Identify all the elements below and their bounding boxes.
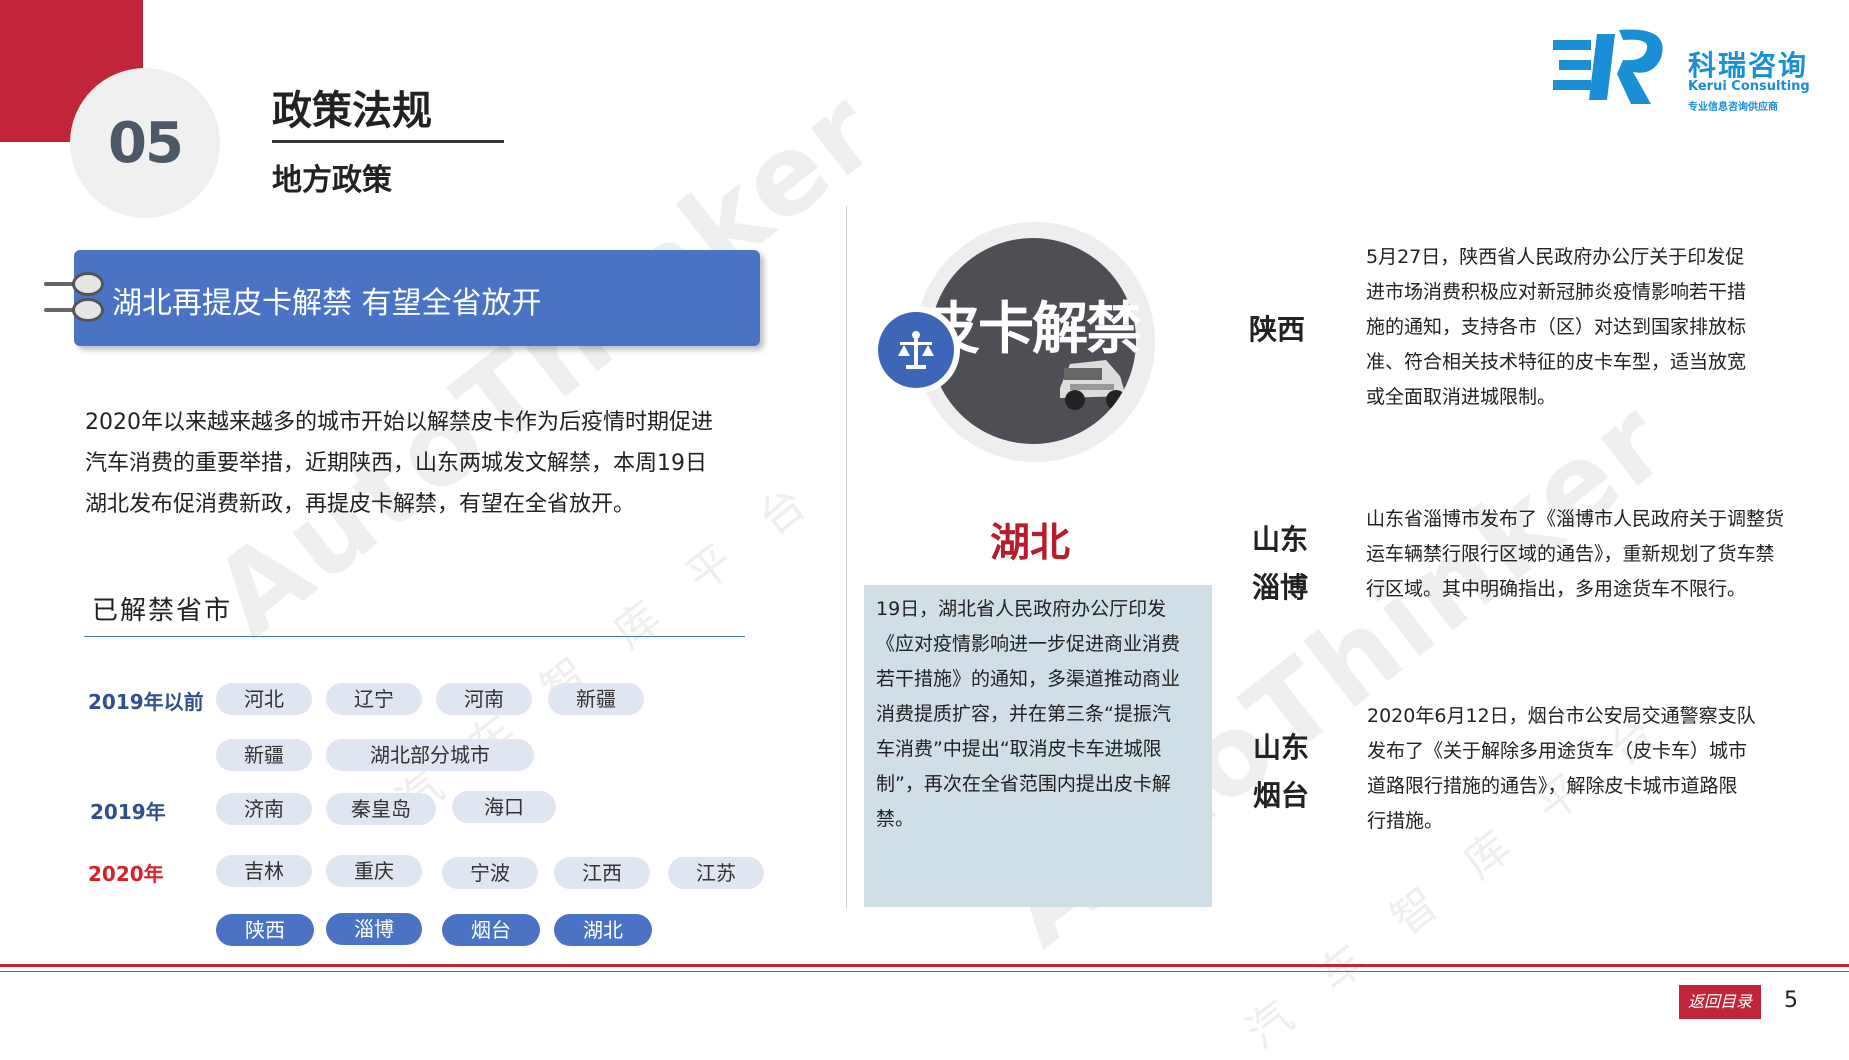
region-line: 运车辆禁行限行区域的通告》，重新规划了货车禁 xyxy=(1366,543,1775,565)
hubei-line: 消费提质扩容，并在第三条“提振汽 xyxy=(876,703,1171,725)
region-label-zibo: 山东 淄博 xyxy=(1240,516,1320,612)
scales-justice-icon xyxy=(898,331,934,369)
hubei-line: 禁。 xyxy=(876,808,915,830)
hubei-description: 19日，湖北省人民政府办公厅印发 《应对疫情影响进一步促进商业消费 若干措施》的… xyxy=(876,592,1206,837)
year-label-2019: 2019年 xyxy=(90,800,166,824)
city-pill-highlight: 陕西 xyxy=(216,914,314,946)
column-divider xyxy=(846,206,847,908)
region-text-yantai: 2020年6月12日，烟台市公安局交通警察支队 发布了《关于解除多用途货车（皮卡… xyxy=(1367,699,1807,839)
region-label-line: 山东 xyxy=(1252,731,1309,764)
headline-text: 湖北再提皮卡解禁 有望全省放开 xyxy=(112,286,542,321)
region-line: 2020年6月12日，烟台市公安局交通警察支队 xyxy=(1367,705,1756,727)
intro-line: 汽车消费的重要举措，近期陕西，山东两城发文解禁，本周19日 xyxy=(85,451,707,476)
logo-name-cn: 科瑞咨询 xyxy=(1688,49,1809,82)
year-label-2020: 2020年 xyxy=(88,862,164,886)
binder-rings-icon xyxy=(44,272,104,332)
region-line: 或全面取消进城限制。 xyxy=(1366,386,1557,408)
hubei-line: 《应对疫情影响进一步促进商业消费 xyxy=(876,633,1181,655)
region-line: 进市场消费积极应对新冠肺炎疫情影响若干措 xyxy=(1366,281,1747,303)
region-line: 道路限行措施的通告》，解除皮卡城市道路限 xyxy=(1367,775,1738,797)
section-number: 05 xyxy=(108,110,184,176)
page-title: 政策法规 xyxy=(272,88,432,134)
city-pill: 河北 xyxy=(216,683,312,715)
law-badge xyxy=(872,306,960,394)
hubei-line: 制”，再次在全省范围内提出皮卡解 xyxy=(876,773,1171,795)
city-pill: 秦皇岛 xyxy=(326,793,436,825)
city-pill: 海口 xyxy=(452,791,556,823)
footer-line-blue xyxy=(0,971,1849,972)
region-line: 行区域。其中明确指出，多用途货车不限行。 xyxy=(1366,578,1747,600)
back-to-contents-button[interactable]: 返回目录 xyxy=(1679,985,1761,1019)
hubei-line: 若干措施》的通知，多渠道推动商业 xyxy=(876,668,1181,690)
intro-paragraph: 2020年以来越来越多的城市开始以解禁皮卡作为后疫情时期促进 汽车消费的重要举措… xyxy=(85,402,765,525)
region-line: 行措施。 xyxy=(1367,810,1444,832)
region-line: 山东省淄博市发布了《淄博市人民政府关于调整货 xyxy=(1366,508,1785,530)
city-pill-highlight: 湖北 xyxy=(554,914,652,946)
region-text-zibo: 山东省淄博市发布了《淄博市人民政府关于调整货 运车辆禁行限行区域的通告》，重新规… xyxy=(1366,502,1806,607)
city-pill-highlight: 烟台 xyxy=(442,914,540,946)
city-pill: 江西 xyxy=(554,857,650,889)
page-number: 5 xyxy=(1784,988,1798,1013)
hubei-label: 湖北 xyxy=(990,520,1070,566)
region-text-shaanxi: 5月27日，陕西省人民政府办公厅关于印发促 进市场消费积极应对新冠肺炎疫情影响若… xyxy=(1366,240,1806,415)
region-label-shaanxi: 陕西 xyxy=(1248,313,1305,346)
city-pill: 宁波 xyxy=(442,857,538,889)
region-label-line: 山东 xyxy=(1251,523,1308,556)
footer-line-red xyxy=(0,964,1849,967)
region-label-yantai: 山东 烟台 xyxy=(1241,724,1321,820)
intro-line: 2020年以来越来越多的城市开始以解禁皮卡作为后疫情时期促进 xyxy=(85,410,713,435)
logo-name-en: Kerui Consulting xyxy=(1688,79,1810,94)
year-label-pre2019: 2019年以前 xyxy=(88,690,204,714)
page-subtitle: 地方政策 xyxy=(272,163,392,198)
region-line: 准、符合相关技术特征的皮卡车型，适当放宽 xyxy=(1366,351,1747,373)
hubei-line: 19日，湖北省人民政府办公厅印发 xyxy=(876,598,1167,620)
region-line: 施的通知，支持各市（区）对达到国家排放标 xyxy=(1366,316,1747,338)
city-pill: 吉林 xyxy=(216,855,312,887)
released-title: 已解禁省市 xyxy=(92,596,233,626)
region-label-line: 烟台 xyxy=(1252,779,1309,812)
section-number-badge: 05 xyxy=(70,68,220,218)
hubei-line: 车消费”中提出“取消皮卡车进城限 xyxy=(876,738,1162,760)
logo-tagline: 专业信息咨询供应商 xyxy=(1688,102,1778,113)
city-pill-highlight: 淄博 xyxy=(326,913,422,945)
region-line: 5月27日，陕西省人民政府办公厅关于印发促 xyxy=(1366,246,1745,268)
intro-line: 湖北发布促消费新政，再提皮卡解禁，有望在全省放开。 xyxy=(85,492,636,517)
city-pill: 辽宁 xyxy=(326,683,422,715)
title-underline xyxy=(272,140,504,143)
city-pill: 济南 xyxy=(216,793,312,825)
released-underline xyxy=(84,636,745,637)
city-pill: 湖北部分城市 xyxy=(326,739,534,771)
city-pill: 重庆 xyxy=(326,855,422,887)
region-line: 发布了《关于解除多用途货车（皮卡车）城市 xyxy=(1367,740,1748,762)
region-label-line: 淄博 xyxy=(1251,571,1308,604)
city-pill: 新疆 xyxy=(216,739,312,771)
city-pill: 新疆 xyxy=(548,683,644,715)
city-pill: 江苏 xyxy=(668,857,764,889)
kerui-logo-icon xyxy=(1553,29,1663,104)
city-pill: 河南 xyxy=(436,683,532,715)
